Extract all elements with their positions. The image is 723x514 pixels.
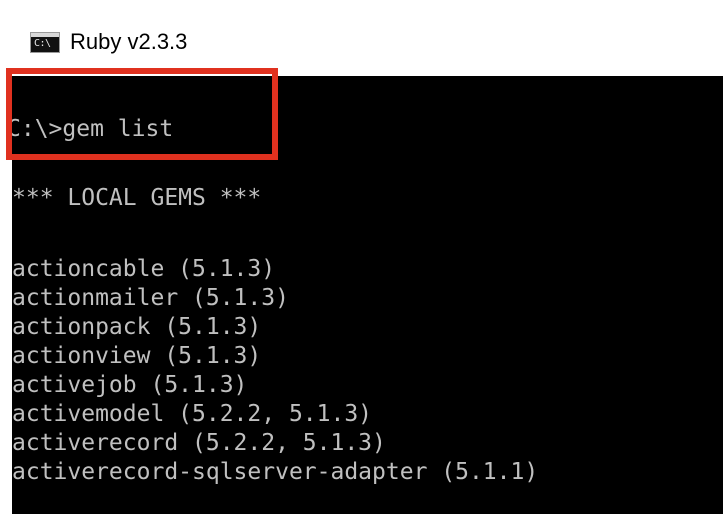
cmd-icon-bar: [31, 33, 59, 37]
cmd-icon-text: C:\: [34, 38, 51, 49]
cmd-icon[interactable]: C:\: [30, 32, 60, 53]
gem-list-item: activejob (5.1.3): [12, 372, 248, 398]
command-highlight-box: [6, 68, 278, 160]
window-title: Ruby v2.3.3: [70, 29, 188, 54]
gem-list-item: activerecord (5.2.2, 5.1.3): [12, 430, 386, 456]
console-window: C:\ Ruby v2.3.3 C:\>gem list *** LOCAL G…: [0, 0, 723, 514]
gem-list-item: activemodel (5.2.2, 5.1.3): [12, 401, 373, 427]
gem-list-item: actionmailer (5.1.3): [12, 285, 289, 311]
gems-header: *** LOCAL GEMS ***: [12, 185, 262, 211]
gem-list-item: actionpack (5.1.3): [12, 314, 262, 340]
title-bar[interactable]: C:\ Ruby v2.3.3: [0, 0, 723, 76]
gem-list-item: activerecord-sqlserver-adapter (5.1.1): [12, 459, 539, 485]
gem-list-item: actioncable (5.1.3): [12, 256, 276, 282]
gem-list-item: actionview (5.1.3): [12, 343, 262, 369]
